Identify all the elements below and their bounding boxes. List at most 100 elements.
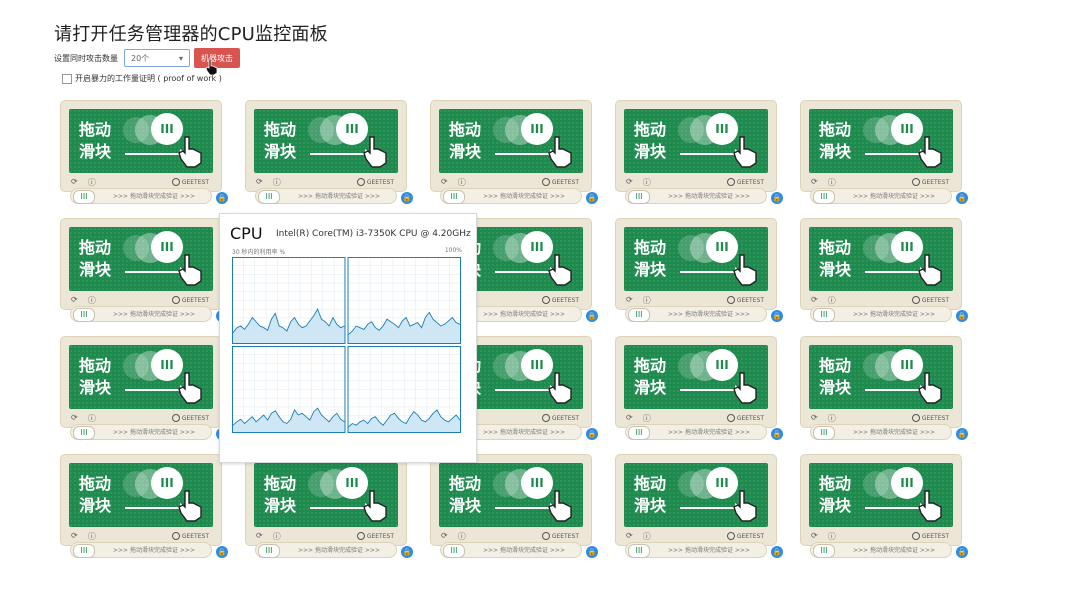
captcha-slider[interactable]: III >>> 拖动滑块完成验证 >>>	[440, 188, 582, 204]
info-icon[interactable]: ⓘ	[88, 531, 96, 542]
info-icon[interactable]: ⓘ	[828, 295, 836, 306]
lock-icon[interactable]: 🔒	[771, 428, 783, 440]
captcha-slider[interactable]: III >>> 拖动滑块完成验证 >>>	[70, 424, 212, 440]
lock-icon[interactable]: 🔒	[401, 192, 413, 204]
captcha-card: 拖动 滑块 III ⟳ ⓘ G	[60, 218, 230, 330]
attack-count-select[interactable]: 20个 ▾	[124, 49, 190, 67]
captcha-slider[interactable]: III >>> 拖动滑块完成验证 >>>	[810, 306, 952, 322]
slider-knob[interactable]: III	[258, 544, 280, 558]
info-icon[interactable]: ⓘ	[273, 531, 281, 542]
slider-knob[interactable]: III	[443, 190, 465, 204]
info-icon[interactable]: ⓘ	[88, 413, 96, 424]
captcha-image: 拖动 滑块 III	[624, 345, 768, 409]
refresh-icon[interactable]: ⟳	[811, 531, 818, 542]
refresh-icon[interactable]: ⟳	[71, 413, 78, 424]
captcha-slider[interactable]: III >>> 拖动滑块完成验证 >>>	[70, 542, 212, 558]
slider-knob[interactable]: III	[813, 190, 835, 204]
captcha-frame: 拖动 滑块 III ⟳ ⓘ G	[245, 454, 407, 546]
hand-pointer-icon	[178, 490, 202, 522]
cpu-model: Intel(R) Core(TM) i3-7350K CPU @ 4.20GHz	[276, 229, 471, 239]
slider-hint: >>> 拖动滑块完成验证 >>>	[298, 193, 380, 200]
pow-checkbox-row[interactable]: 开启暴力的工作量证明 ( proof of work )	[62, 73, 222, 84]
slider-knob[interactable]: III	[628, 544, 650, 558]
refresh-icon[interactable]: ⟳	[71, 177, 78, 188]
slider-knob[interactable]: III	[73, 308, 95, 322]
info-icon[interactable]: ⓘ	[643, 295, 651, 306]
refresh-icon[interactable]: ⟳	[626, 295, 633, 306]
refresh-icon[interactable]: ⟳	[626, 413, 633, 424]
refresh-icon[interactable]: ⟳	[71, 531, 78, 542]
lock-icon[interactable]: 🔒	[956, 428, 968, 440]
pow-checkbox[interactable]	[62, 73, 72, 84]
slider-knob[interactable]: III	[73, 190, 95, 204]
captcha-slider[interactable]: III >>> 拖动滑块完成验证 >>>	[255, 542, 397, 558]
geetest-logo-icon	[356, 532, 365, 540]
slider-knob[interactable]: III	[258, 190, 280, 204]
captcha-slider[interactable]: III >>> 拖动滑块完成验证 >>>	[625, 188, 767, 204]
info-icon[interactable]: ⓘ	[643, 177, 651, 188]
info-icon[interactable]: ⓘ	[88, 295, 96, 306]
refresh-icon[interactable]: ⟳	[71, 295, 78, 306]
slider-knob[interactable]: III	[628, 426, 650, 440]
captcha-slider[interactable]: III >>> 拖动滑块完成验证 >>>	[70, 306, 212, 322]
lock-icon[interactable]: 🔒	[956, 310, 968, 322]
lock-icon[interactable]: 🔒	[401, 546, 413, 558]
captcha-slider[interactable]: III >>> 拖动滑块完成验证 >>>	[440, 542, 582, 558]
info-icon[interactable]: ⓘ	[828, 413, 836, 424]
refresh-icon[interactable]: ⟳	[811, 413, 818, 424]
geetest-brand: GEETEST	[726, 178, 764, 186]
info-icon[interactable]: ⓘ	[828, 531, 836, 542]
captcha-instruction: 拖动 滑块	[79, 120, 112, 161]
captcha-image: 拖动 滑块 III	[624, 227, 768, 291]
geetest-brand: GEETEST	[171, 532, 209, 540]
slider-knob[interactable]: III	[628, 308, 650, 322]
captcha-slider[interactable]: III >>> 拖动滑块完成验证 >>>	[625, 542, 767, 558]
lock-icon[interactable]: 🔒	[586, 428, 598, 440]
slider-knob[interactable]: III	[628, 190, 650, 204]
slider-knob[interactable]: III	[73, 544, 95, 558]
refresh-icon[interactable]: ⟳	[626, 531, 633, 542]
refresh-icon[interactable]: ⟳	[811, 295, 818, 306]
captcha-instruction: 拖动 滑块	[634, 474, 667, 515]
refresh-icon[interactable]: ⟳	[441, 531, 448, 542]
captcha-footer: ⟳ ⓘ	[811, 177, 836, 188]
slider-knob[interactable]: III	[813, 426, 835, 440]
captcha-slider[interactable]: III >>> 拖动滑块完成验证 >>>	[810, 424, 952, 440]
hand-pointer-icon	[918, 372, 942, 404]
slider-knob[interactable]: III	[813, 308, 835, 322]
lock-icon[interactable]: 🔒	[956, 546, 968, 558]
lock-icon[interactable]: 🔒	[771, 546, 783, 558]
captcha-slider[interactable]: III >>> 拖动滑块完成验证 >>>	[810, 188, 952, 204]
lock-icon[interactable]: 🔒	[216, 546, 228, 558]
lock-icon[interactable]: 🔒	[216, 192, 228, 204]
refresh-icon[interactable]: ⟳	[256, 177, 263, 188]
info-icon[interactable]: ⓘ	[643, 413, 651, 424]
refresh-icon[interactable]: ⟳	[626, 177, 633, 188]
lock-icon[interactable]: 🔒	[586, 192, 598, 204]
info-icon[interactable]: ⓘ	[828, 177, 836, 188]
captcha-slider[interactable]: III >>> 拖动滑块完成验证 >>>	[625, 306, 767, 322]
captcha-slider[interactable]: III >>> 拖动滑块完成验证 >>>	[255, 188, 397, 204]
lock-icon[interactable]: 🔒	[771, 192, 783, 204]
slider-knob[interactable]: III	[73, 426, 95, 440]
slider-hint: >>> 拖动滑块完成验证 >>>	[853, 547, 935, 554]
lock-icon[interactable]: 🔒	[956, 192, 968, 204]
refresh-icon[interactable]: ⟳	[811, 177, 818, 188]
captcha-slider[interactable]: III >>> 拖动滑块完成验证 >>>	[810, 542, 952, 558]
info-icon[interactable]: ⓘ	[643, 531, 651, 542]
info-icon[interactable]: ⓘ	[458, 177, 466, 188]
brand-label: GEETEST	[921, 296, 949, 304]
lock-icon[interactable]: 🔒	[586, 310, 598, 322]
refresh-icon[interactable]: ⟳	[441, 177, 448, 188]
info-icon[interactable]: ⓘ	[88, 177, 96, 188]
info-icon[interactable]: ⓘ	[458, 531, 466, 542]
hand-pointer-icon	[178, 372, 202, 404]
captcha-slider[interactable]: III >>> 拖动滑块完成验证 >>>	[70, 188, 212, 204]
slider-knob[interactable]: III	[813, 544, 835, 558]
captcha-slider[interactable]: III >>> 拖动滑块完成验证 >>>	[625, 424, 767, 440]
lock-icon[interactable]: 🔒	[586, 546, 598, 558]
info-icon[interactable]: ⓘ	[273, 177, 281, 188]
lock-icon[interactable]: 🔒	[771, 310, 783, 322]
refresh-icon[interactable]: ⟳	[256, 531, 263, 542]
slider-knob[interactable]: III	[443, 544, 465, 558]
